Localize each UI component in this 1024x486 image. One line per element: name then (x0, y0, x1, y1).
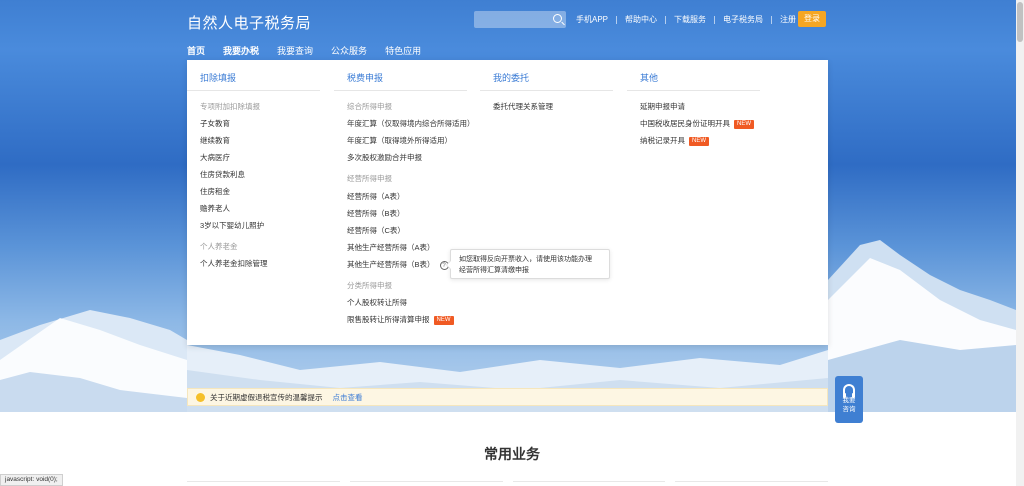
menu-subheading: 专项附加扣除填报 (200, 102, 260, 111)
menu-item[interactable]: 住房租金 (200, 186, 230, 197)
download-link[interactable]: 下载服务 (674, 14, 706, 25)
tooltip-line: 如您取得反向开票收入，请使用该功能办理 (459, 256, 592, 263)
browser-status-bar: javascript: void(0); (0, 474, 63, 486)
menu-subheading: 经营所得申报 (347, 174, 392, 183)
help-center-link[interactable]: 帮助中心 (625, 14, 657, 25)
consult-button[interactable]: 我要 咨询 (835, 376, 863, 423)
mobile-app-link[interactable]: 手机APP (576, 14, 608, 25)
service-card[interactable] (675, 481, 828, 486)
login-button[interactable]: 登录 (798, 11, 826, 27)
menu-item-label: 中国税收居民身份证明开具 (640, 119, 730, 128)
menu-item[interactable]: 赡养老人 (200, 203, 230, 214)
consult-label-line2: 咨询 (842, 406, 856, 413)
new-badge: NEW (433, 315, 454, 325)
menu-column-deductions: 扣除填报 专项附加扣除填报 子女教育 继续教育 大病医疗 住房贷款利息 住房租金… (187, 60, 333, 268)
menu-item[interactable]: 委托代理关系管理 (493, 101, 553, 112)
help-tooltip: 如您取得反向开票收入，请使用该功能办理 经营所得汇算清缴申报 (446, 249, 610, 279)
menu-item[interactable]: 经营所得（A表） (347, 191, 405, 202)
tooltip-line: 经营所得汇算清缴申报 (459, 267, 529, 274)
section-title: 常用业务 (484, 446, 540, 462)
site-logo[interactable]: 自然人电子税务局 (187, 12, 311, 33)
consult-label-line1: 我要 (842, 397, 856, 404)
divider (714, 15, 716, 24)
menu-item[interactable]: 住房贷款利息 (200, 169, 245, 180)
menu-item[interactable]: 延期申报申请 (640, 101, 685, 112)
menu-item[interactable]: 继续教育 (200, 135, 230, 146)
menu-item[interactable]: 经营所得（B表） (347, 208, 405, 219)
menu-item[interactable]: 限售股转让所得清算申报 NEW (347, 314, 454, 325)
menu-column-title: 税费申报 (334, 60, 467, 91)
notice-bar: 关于近期虚假退税宣传的温馨提示 点击查看 (187, 388, 828, 406)
menu-item-label: 其他生产经营所得（B表） (347, 260, 435, 269)
menu-column-title: 扣除填报 (187, 60, 320, 91)
service-card[interactable] (349, 481, 503, 486)
notice-link[interactable]: 点击查看 (333, 392, 363, 403)
service-cards (187, 481, 828, 486)
top-header: 自然人电子税务局 手机APP 帮助中心 下载服务 电子税务局 注册 登录 首页 … (0, 0, 1024, 62)
menu-column-tax-filing: 税费申报 综合所得申报 年度汇算（仅取得境内综合所得适用） 年度汇算（取得境外所… (334, 60, 480, 325)
menu-item[interactable]: 经营所得（C表） (347, 225, 405, 236)
service-card[interactable] (512, 481, 666, 486)
search-icon[interactable] (553, 14, 562, 23)
menu-item-label: 纳税记录开具 (640, 136, 685, 145)
menu-item[interactable]: 纳税记录开具 NEW (640, 135, 709, 146)
menu-column-title: 其他 (627, 60, 760, 91)
divider (616, 15, 618, 24)
menu-subheading: 个人养老金 (200, 242, 238, 251)
headset-icon (843, 384, 855, 398)
scrollbar-thumb[interactable] (1017, 2, 1023, 42)
menu-item[interactable]: 年度汇算（取得境外所得适用） (347, 135, 452, 146)
new-badge: NEW (689, 136, 709, 146)
search-input[interactable] (474, 11, 566, 28)
top-links: 手机APP 帮助中心 下载服务 电子税务局 注册 (576, 14, 796, 25)
menu-item[interactable]: 其他生产经营所得（A表） (347, 242, 435, 253)
menu-item[interactable]: 3岁以下婴幼儿照护 (200, 220, 264, 231)
register-link[interactable]: 注册 (780, 14, 796, 25)
service-card[interactable] (187, 481, 340, 486)
menu-column-other: 其他 延期申报申请 中国税收居民身份证明开具 NEW 纳税记录开具 NEW (627, 60, 773, 146)
menu-column-title: 我的委托 (480, 60, 613, 91)
notice-text[interactable]: 关于近期虚假退税宣传的温馨提示 (210, 392, 323, 403)
menu-subheading: 分类所得申报 (347, 281, 392, 290)
menu-item[interactable]: 个人股权转让所得 (347, 297, 407, 308)
notice-icon (196, 392, 205, 402)
menu-column-delegation: 我的委托 委托代理关系管理 (480, 60, 626, 111)
e-tax-bureau-link[interactable]: 电子税务局 (723, 14, 763, 25)
divider (665, 15, 667, 24)
mega-menu-panel: 扣除填报 专项附加扣除填报 子女教育 继续教育 大病医疗 住房贷款利息 住房租金… (187, 60, 828, 345)
new-badge: NEW (734, 119, 754, 129)
menu-subheading: 综合所得申报 (347, 102, 392, 111)
divider (771, 15, 773, 24)
menu-item-label: 限售股转让所得清算申报 (347, 315, 430, 324)
menu-item[interactable]: 其他生产经营所得（B表）? (347, 259, 449, 270)
page-scrollbar[interactable] (1016, 0, 1024, 486)
menu-item[interactable]: 中国税收居民身份证明开具 NEW (640, 118, 754, 129)
menu-item[interactable]: 个人养老金扣除管理 (200, 258, 268, 269)
menu-item[interactable]: 多次股权激励合并申报 (347, 152, 422, 163)
menu-item[interactable]: 大病医疗 (200, 152, 230, 163)
menu-item[interactable]: 子女教育 (200, 118, 230, 129)
menu-item[interactable]: 年度汇算（仅取得境内综合所得适用） (347, 118, 475, 129)
